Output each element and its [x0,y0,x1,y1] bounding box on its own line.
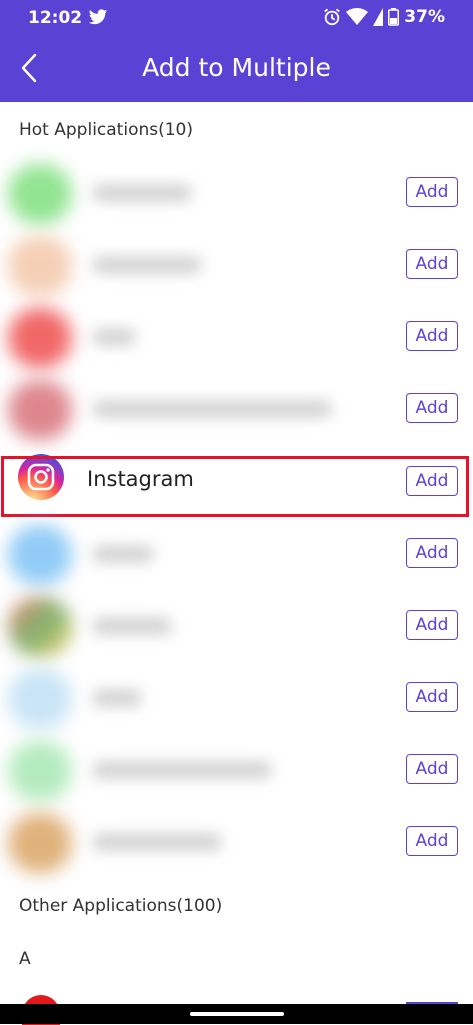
home-handle[interactable] [190,1012,284,1016]
app-name-blurred [92,184,192,202]
app-icon [8,164,72,224]
add-button[interactable]: Add [406,177,458,207]
app-name-blurred [92,400,332,418]
add-button[interactable]: Add [406,538,458,568]
app-icon [8,308,72,368]
battery-percent: 37% [404,7,445,27]
app-name-blurred [92,545,154,563]
app-icon [8,669,72,729]
app-bar: Add to Multiple [0,34,473,102]
app-name-blurred [92,617,172,635]
add-button[interactable]: Add [406,754,458,784]
app-row: Add [0,372,473,444]
status-time: 12:02 [28,8,83,28]
signal-icon [373,8,384,26]
app-icon [8,813,72,873]
app-row: Add [0,733,473,805]
add-button[interactable]: Add [406,682,458,712]
instagram-icon [18,454,64,500]
app-row: Add [0,661,473,733]
app-row: Add [0,805,473,877]
add-button[interactable]: Add [406,393,458,423]
app-row: Add [0,156,473,228]
section-header-other: Other Applications(100) [19,896,223,916]
page-title: Add to Multiple [142,53,331,82]
app-icon [8,525,72,585]
app-row-instagram: Instagram Add [0,445,473,517]
app-row: Add [0,589,473,661]
add-button[interactable]: Add [406,321,458,351]
status-bar: 12:02 37% [0,0,473,34]
app-name-blurred [92,689,142,707]
app-name-blurred [92,833,222,851]
app-name-blurred [92,328,136,346]
app-row: Add [0,228,473,300]
add-button-instagram[interactable]: Add [406,466,458,496]
app-row: Add [0,300,473,372]
status-icons: 37% [323,7,445,27]
app-icon [8,741,72,801]
wifi-icon [346,8,369,25]
app-row: Add [0,517,473,589]
battery-icon [388,8,400,26]
app-name: Instagram [87,467,194,491]
twitter-icon [88,9,108,25]
section-letter: A [19,949,31,969]
app-name-blurred [92,256,202,274]
app-icon [8,380,72,440]
add-button[interactable]: Add [406,826,458,856]
app-name-blurred [92,761,272,779]
app-icon [8,236,72,296]
alarm-icon [324,8,341,26]
add-button[interactable]: Add [406,610,458,640]
add-button[interactable]: Add [406,249,458,279]
section-header-hot: Hot Applications(10) [19,120,193,140]
app-icon [8,597,72,657]
nav-bar [0,1004,473,1024]
